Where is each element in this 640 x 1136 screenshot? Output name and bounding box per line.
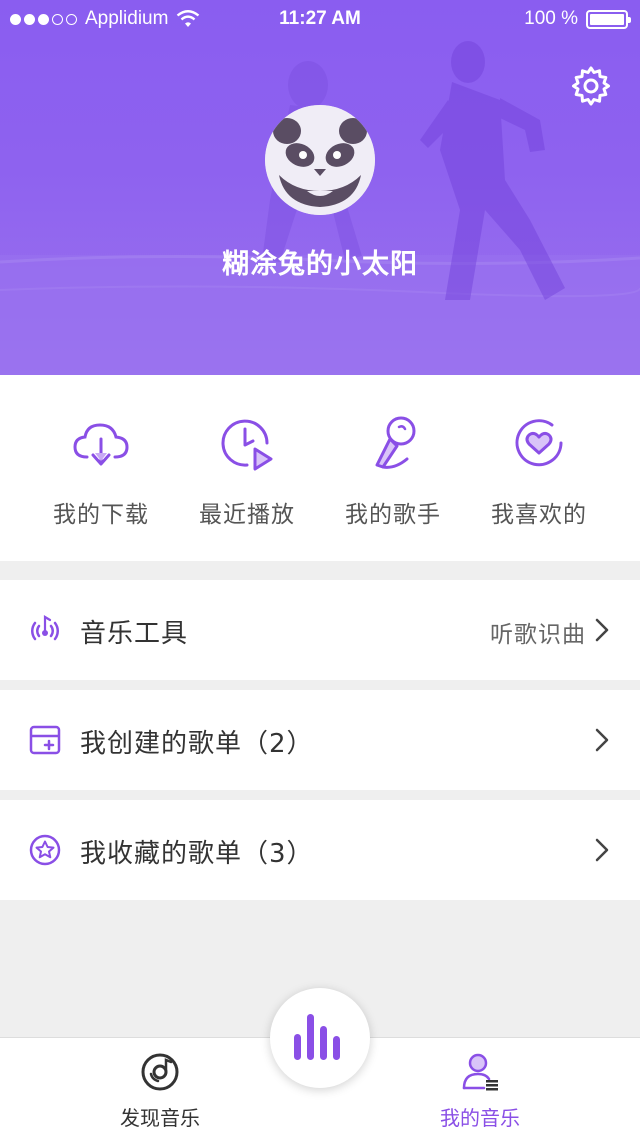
chevron-right-icon xyxy=(595,838,609,862)
star-circle-icon xyxy=(29,834,61,866)
heart-icon xyxy=(515,419,563,467)
profile-username: 糊涂兔的小太阳 xyxy=(222,249,418,280)
cloud-download-icon xyxy=(73,423,129,466)
quick-action-favorites[interactable]: 我喜欢的 xyxy=(466,375,612,561)
quick-action-recent[interactable]: 最近播放 xyxy=(174,375,320,561)
microphone-icon xyxy=(375,416,416,469)
music-tools-row[interactable]: 音乐工具 听歌识曲 xyxy=(0,580,640,680)
profile-header: Applidium 11:27 AM 100 % 糊涂兔的小太阳 xyxy=(0,0,640,375)
now-playing-button[interactable] xyxy=(270,988,370,1088)
quick-actions-panel: 我的下载 最近播放 我的歌手 我喜欢的 xyxy=(0,375,640,561)
created-playlists-title: 我创建的歌单（2） xyxy=(80,729,314,759)
collected-playlists-title: 我收藏的歌单（3） xyxy=(80,839,314,869)
tab-discover-music[interactable]: 发现音乐 xyxy=(60,1038,260,1136)
recent-play-icon xyxy=(221,419,273,471)
quick-action-label: 最近播放 xyxy=(199,502,295,528)
battery-icon xyxy=(586,9,631,29)
battery-percent: 100 % xyxy=(524,8,578,29)
settings-gear-icon[interactable] xyxy=(569,64,613,108)
created-playlists-row[interactable]: 我创建的歌单（2） xyxy=(0,690,640,790)
quick-action-label: 我喜欢的 xyxy=(491,502,587,528)
quick-action-singers[interactable]: 我的歌手 xyxy=(320,375,466,561)
playlist-add-icon xyxy=(29,725,61,755)
tab-label: 我的音乐 xyxy=(440,1106,520,1130)
chevron-right-icon xyxy=(595,618,609,642)
music-recognition-icon xyxy=(31,615,59,641)
user-playlist-icon xyxy=(462,1053,498,1091)
equalizer-icon xyxy=(294,1014,340,1060)
disc-icon xyxy=(141,1053,179,1091)
quick-action-downloads[interactable]: 我的下载 xyxy=(28,375,174,561)
tab-my-music[interactable]: 我的音乐 xyxy=(380,1038,580,1136)
song-recognition-link[interactable]: 听歌识曲 xyxy=(490,615,586,649)
collected-playlists-row[interactable]: 我收藏的歌单（3） xyxy=(0,800,640,900)
tab-label: 发现音乐 xyxy=(120,1106,200,1130)
panda-avatar-icon xyxy=(265,105,375,215)
avatar[interactable] xyxy=(265,105,375,215)
quick-action-label: 我的歌手 xyxy=(345,502,441,528)
chevron-right-icon xyxy=(595,728,609,752)
quick-action-label: 我的下载 xyxy=(53,502,149,528)
status-bar: Applidium 11:27 AM 100 % xyxy=(0,0,640,40)
music-tools-title: 音乐工具 xyxy=(80,619,189,649)
